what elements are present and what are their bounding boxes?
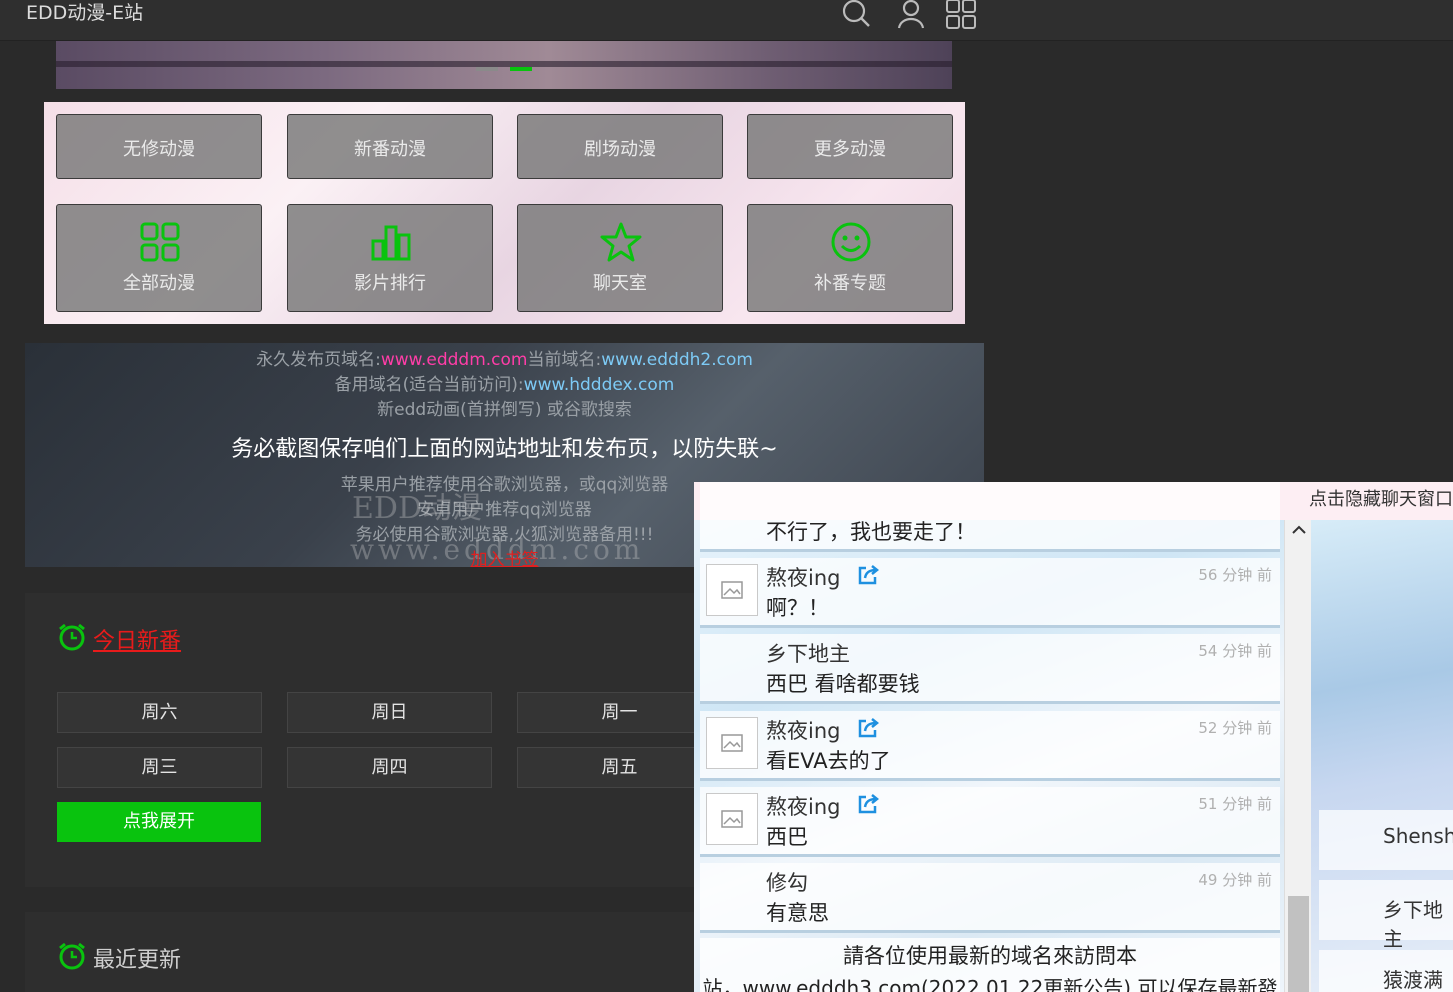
day-tab-sat[interactable]: 周六 bbox=[57, 692, 262, 733]
chat-message: 熬夜ing 啊？！ 56 分钟 前 bbox=[700, 558, 1280, 628]
current-domain-label: 当前域名: bbox=[527, 350, 602, 370]
chat-message: 乡下地主 西巴 看啥都要钱 54 分钟 前 bbox=[700, 634, 1280, 704]
tile-uncensored[interactable]: 无修动漫 bbox=[56, 114, 262, 179]
domain-line-1: 永久发布页域名:www.edddm.com当前域名:www.edddh2.com bbox=[25, 345, 984, 370]
message-text: 有意思 bbox=[766, 901, 829, 925]
star-icon bbox=[600, 222, 642, 262]
message-time: 49 分钟 前 bbox=[1198, 871, 1272, 889]
avatar[interactable] bbox=[706, 717, 758, 769]
message-username[interactable]: 熬夜ing bbox=[766, 562, 840, 592]
bar-chart-icon bbox=[371, 225, 411, 261]
banner-image-detail bbox=[56, 61, 952, 67]
avatar[interactable] bbox=[706, 564, 758, 616]
apps-grid-icon[interactable] bbox=[945, 0, 977, 30]
chat-message: 不行了，我也要走了！ bbox=[700, 482, 1280, 552]
alarm-clock-icon bbox=[59, 623, 85, 651]
chat-message: 熬夜ing 西巴 51 分钟 前 bbox=[700, 787, 1280, 857]
tile-label: 剧场动漫 bbox=[584, 139, 656, 160]
share-icon[interactable] bbox=[856, 564, 880, 586]
publish-domain-label: 永久发布页域名: bbox=[256, 350, 381, 370]
publish-domain-link[interactable]: www.edddm.com bbox=[381, 350, 528, 370]
current-domain-link[interactable]: www.edddh2.com bbox=[601, 350, 753, 370]
domain-line-3: 新edd动画(首拼倒写) 或谷歌搜索 bbox=[377, 400, 632, 420]
tile-label: 补番专题 bbox=[814, 273, 886, 294]
avatar[interactable] bbox=[706, 793, 758, 845]
recent-updates-title: 最近更新 bbox=[93, 948, 182, 973]
online-user-item[interactable]: Shenshi bbox=[1319, 810, 1453, 870]
day-tab-wed[interactable]: 周三 bbox=[57, 747, 262, 788]
tile-label: 新番动漫 bbox=[354, 139, 426, 160]
search-icon[interactable] bbox=[840, 0, 872, 30]
message-text: 不行了，我也要走了！ bbox=[766, 520, 976, 544]
tile-label: 聊天室 bbox=[593, 273, 647, 294]
message-time: 56 分钟 前 bbox=[1198, 566, 1272, 584]
chat-message-list[interactable]: 不行了，我也要走了！ 熬夜ing 啊？！ 56 分钟 前 乡下地主 西巴 看啥都… bbox=[694, 482, 1284, 992]
online-username: Shenshi bbox=[1383, 824, 1453, 848]
chevron-up-icon[interactable] bbox=[1291, 522, 1307, 538]
share-icon[interactable] bbox=[856, 793, 880, 815]
tile-catchup[interactable]: 补番专题 bbox=[747, 204, 953, 312]
broken-image-icon bbox=[721, 581, 743, 599]
category-menu-panel: 无修动漫 新番动漫 剧场动漫 更多动漫 全部动漫 影片排行 聊天室 补番专题 bbox=[44, 102, 965, 324]
broken-image-icon bbox=[721, 810, 743, 828]
message-time: 54 分钟 前 bbox=[1198, 642, 1272, 660]
chat-message: 修勾 有意思 49 分钟 前 bbox=[700, 863, 1280, 933]
message-text: 看EVA去的了 bbox=[766, 749, 891, 773]
tile-theater[interactable]: 剧场动漫 bbox=[517, 114, 723, 179]
alarm-clock-icon bbox=[59, 942, 85, 970]
message-username[interactable]: 熬夜ing bbox=[766, 715, 840, 745]
tile-label: 更多动漫 bbox=[814, 139, 886, 160]
chat-message: 熬夜ing 看EVA去的了 52 分钟 前 bbox=[700, 711, 1280, 781]
message-username[interactable]: 熬夜ing bbox=[766, 791, 840, 821]
message-text: 西巴 bbox=[766, 825, 808, 849]
broken-image-icon bbox=[721, 734, 743, 752]
notice-line-2: 站，www.edddh3.com(2022.01.22更新公告) 可以保存最新發 bbox=[702, 976, 1278, 992]
online-user-item[interactable]: 猿渡满 bbox=[1319, 950, 1453, 992]
share-icon[interactable] bbox=[856, 717, 880, 739]
backup-domain-link[interactable]: www.hdddex.com bbox=[524, 375, 675, 395]
domain-line-2: 备用域名(适合当前访问):www.hdddex.com bbox=[25, 370, 984, 395]
top-navbar: EDD动漫-E站 bbox=[0, 0, 1453, 41]
chat-scrollbar[interactable] bbox=[1284, 520, 1311, 992]
tile-label: 影片排行 bbox=[354, 273, 426, 294]
grid-icon bbox=[140, 222, 180, 262]
tile-more-anime[interactable]: 更多动漫 bbox=[747, 114, 953, 179]
scrollbar-thumb[interactable] bbox=[1288, 896, 1309, 992]
message-time: 52 分钟 前 bbox=[1198, 719, 1272, 737]
tile-new-anime[interactable]: 新番动漫 bbox=[287, 114, 493, 179]
smile-icon bbox=[831, 222, 871, 262]
user-icon[interactable] bbox=[895, 0, 927, 30]
expand-button[interactable]: 点我展开 bbox=[57, 802, 261, 842]
day-tab-thu[interactable]: 周四 bbox=[287, 747, 492, 788]
carousel-dot-2[interactable] bbox=[510, 67, 532, 71]
carousel-dot-1[interactable] bbox=[476, 67, 498, 71]
tile-label: 无修动漫 bbox=[123, 139, 195, 160]
message-time: 51 分钟 前 bbox=[1198, 795, 1272, 813]
day-tab-mon[interactable]: 周一 bbox=[517, 692, 722, 733]
backup-domain-label: 备用域名(适合当前访问): bbox=[334, 375, 524, 395]
today-anime-title[interactable]: 今日新番 bbox=[93, 623, 181, 655]
message-username[interactable]: 乡下地主 bbox=[766, 638, 850, 668]
message-text: 西巴 看啥都要钱 bbox=[766, 672, 920, 696]
message-text: 啊？！ bbox=[766, 596, 829, 620]
day-tab-fri[interactable]: 周五 bbox=[517, 747, 722, 788]
tile-label: 全部动漫 bbox=[123, 273, 195, 294]
save-warning-headline: 务必截图保存咱们上面的网站地址和发布页，以防失联~ bbox=[231, 437, 778, 462]
banner-carousel[interactable] bbox=[56, 41, 952, 89]
tile-chatroom[interactable]: 聊天室 bbox=[517, 204, 723, 312]
online-username: 猿渡满 bbox=[1383, 968, 1443, 992]
chat-window: 点击隐藏聊天窗口 不行了，我也要走了！ 熬夜ing 啊？！ 56 分钟 前 乡下… bbox=[694, 482, 1453, 992]
tile-all-anime[interactable]: 全部动漫 bbox=[56, 204, 262, 312]
notice-line-1: 請各位使用最新的域名來訪問本 bbox=[843, 944, 1137, 968]
online-user-item[interactable]: 乡下地主 bbox=[1319, 880, 1453, 951]
site-brand[interactable]: EDD动漫-E站 bbox=[26, 0, 143, 25]
online-users-pane: Shenshi 乡下地主 猿渡满 bbox=[1311, 520, 1453, 992]
domain-notice-message: 請各位使用最新的域名來訪問本 站，www.edddh3.com(2022.01.… bbox=[700, 938, 1280, 992]
online-username: 乡下地主 bbox=[1383, 898, 1443, 951]
message-username[interactable]: 修勾 bbox=[766, 867, 808, 897]
tile-ranking[interactable]: 影片排行 bbox=[287, 204, 493, 312]
watermark-title: EDD动漫 bbox=[352, 491, 483, 526]
day-tab-sun[interactable]: 周日 bbox=[287, 692, 492, 733]
hide-chat-link[interactable]: 点击隐藏聊天窗口 bbox=[1309, 485, 1453, 511]
